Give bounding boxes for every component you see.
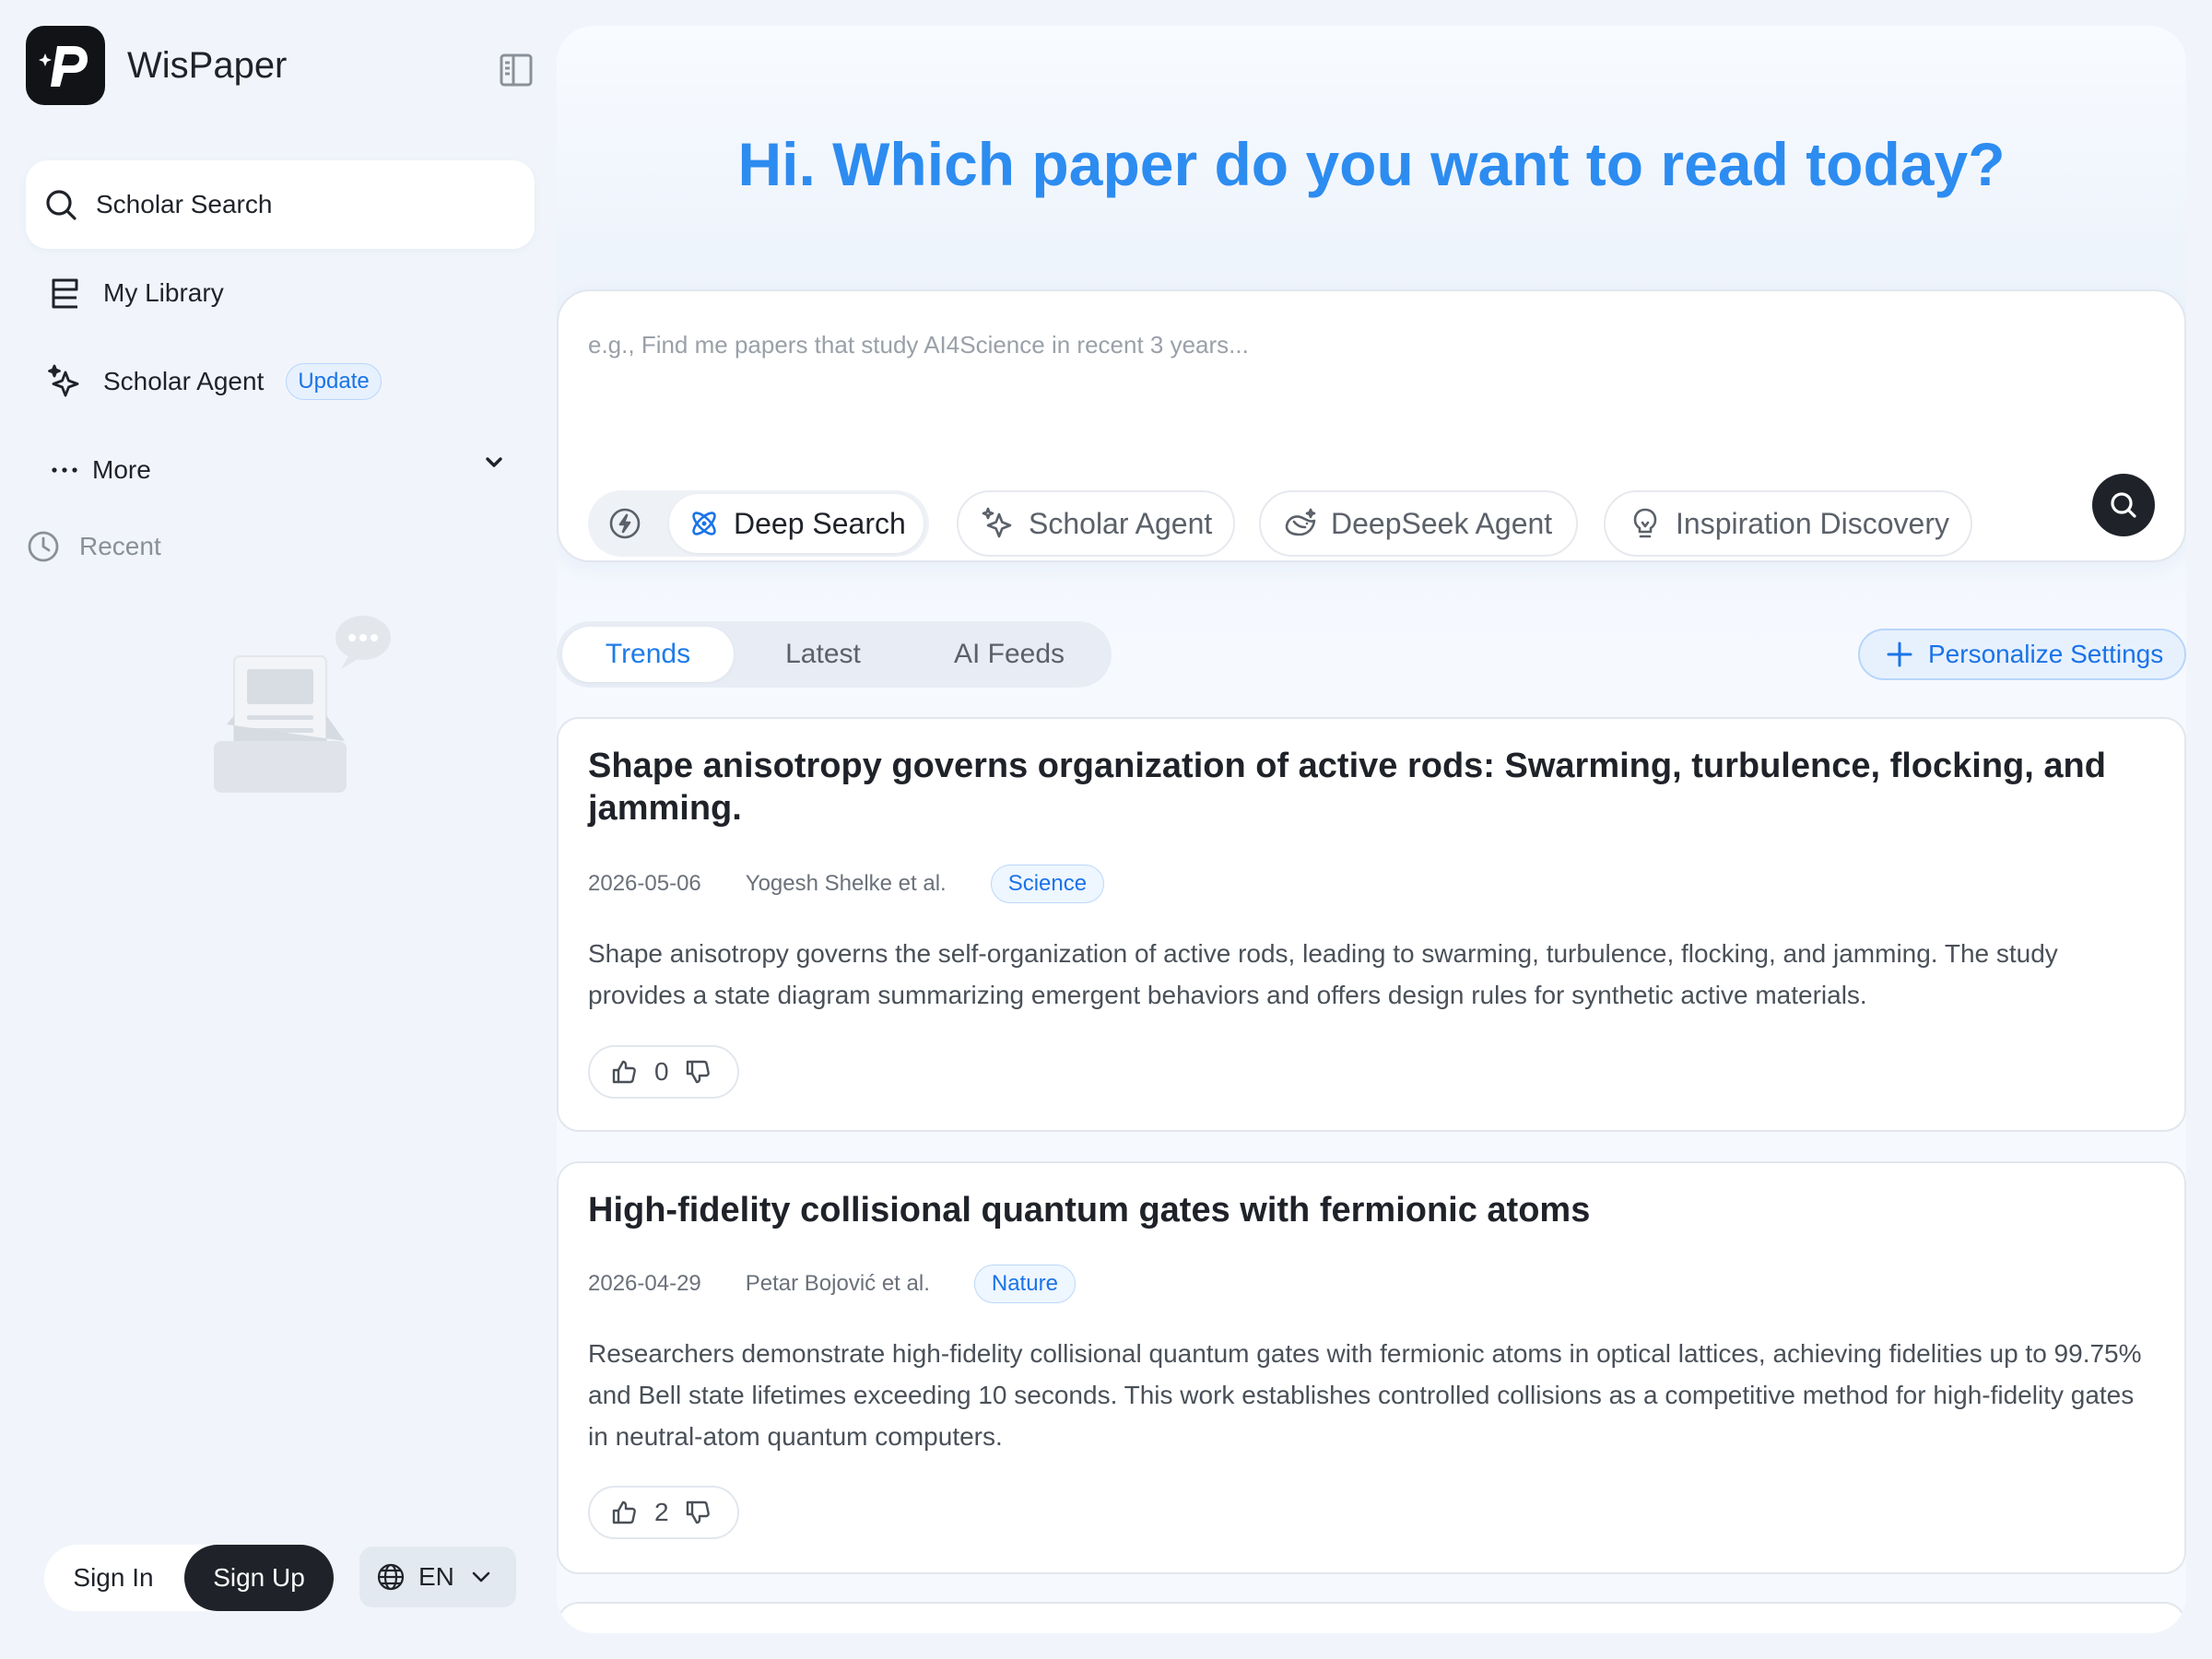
paper-date: 2026-05-06 xyxy=(588,871,701,896)
chevron-down-icon xyxy=(469,1569,493,1585)
empty-recent-illustration xyxy=(210,612,394,806)
update-badge: Update xyxy=(286,363,382,400)
thumbs-down-icon[interactable] xyxy=(684,1499,712,1526)
sidebar-item-label: More xyxy=(92,455,151,484)
sign-in-button[interactable]: Sign In xyxy=(44,1545,182,1611)
paper-summary: Shape anisotropy governs the self-organi… xyxy=(588,939,2058,1009)
library-icon xyxy=(44,273,85,313)
sparkle-icon xyxy=(44,361,85,402)
sidebar-collapse-icon[interactable] xyxy=(496,52,536,88)
inspiration-discovery-chip[interactable]: Inspiration Discovery xyxy=(1604,490,1972,557)
vote-controls: 2 xyxy=(588,1486,739,1539)
sidebar-item-scholar-search[interactable]: Scholar Search xyxy=(26,160,535,249)
deepseek-agent-label: DeepSeek Agent xyxy=(1331,506,1553,540)
deep-search-label: Deep Search xyxy=(734,506,906,540)
recent-section: Recent xyxy=(26,529,161,564)
language-selector[interactable]: EN xyxy=(359,1547,516,1607)
sidebar-item-my-library[interactable]: My Library xyxy=(26,249,535,337)
journal-badge: Science xyxy=(990,865,1105,903)
paper-card[interactable]: High-fidelity collisional quantum gates … xyxy=(557,1161,2186,1574)
paper-meta: 2026-04-29 Petar Bojović et al. Nature xyxy=(588,1265,1076,1303)
lightbulb-icon xyxy=(1628,506,1663,541)
deep-search-button[interactable]: Deep Search xyxy=(669,494,924,553)
feed-tabs: Trends Latest AI Feeds xyxy=(557,621,1112,688)
paper-title[interactable]: High-fidelity collisional quantum gates … xyxy=(588,1189,2155,1231)
brand: WisPaper xyxy=(26,26,287,105)
sidebar: WisPaper Scholar Search My Library Schol… xyxy=(0,0,553,1659)
tab-trends[interactable]: Trends xyxy=(562,627,734,682)
scholar-agent-label: Scholar Agent xyxy=(1029,506,1213,540)
thumbs-up-icon[interactable] xyxy=(610,1499,638,1526)
chevron-down-icon xyxy=(481,453,507,472)
sidebar-item-label: My Library xyxy=(103,278,224,307)
search-input[interactable] xyxy=(588,324,2063,365)
paper-card[interactable]: Shape anisotropy governs organization of… xyxy=(557,717,2186,1132)
sidebar-item-label: Scholar Search xyxy=(96,190,273,218)
paper-authors: Yogesh Shelke et al. xyxy=(745,871,947,896)
recent-label: Recent xyxy=(79,532,161,560)
globe-icon xyxy=(376,1562,406,1592)
tab-latest[interactable]: Latest xyxy=(737,627,909,682)
paper-summary: Researchers demonstrate high-fidelity co… xyxy=(588,1339,2142,1451)
paper-meta: 2026-05-06 Yogesh Shelke et al. Science xyxy=(588,865,1105,903)
main-panel: Hi. Which paper do you want to read toda… xyxy=(557,26,2186,1633)
clock-icon xyxy=(26,529,61,564)
sign-up-button[interactable]: Sign Up xyxy=(184,1545,334,1611)
personalize-settings-button[interactable]: Personalize Settings xyxy=(1858,629,2186,680)
search-submit-button[interactable] xyxy=(2092,474,2155,536)
search-mode-group: Deep Search xyxy=(588,490,929,557)
deepseek-whale-icon xyxy=(1283,506,1318,541)
auth-buttons: Sign In Sign Up xyxy=(44,1545,334,1611)
like-count: 0 xyxy=(654,1057,669,1086)
vote-controls: 0 xyxy=(588,1045,739,1099)
app-name: WisPaper xyxy=(127,44,288,86)
thumbs-up-icon[interactable] xyxy=(610,1058,638,1086)
tab-ai-feeds[interactable]: AI Feeds xyxy=(912,627,1106,682)
search-icon xyxy=(2108,489,2139,521)
lightning-icon[interactable] xyxy=(608,507,641,540)
plus-icon xyxy=(1886,641,1913,668)
paper-date: 2026-04-29 xyxy=(588,1271,701,1296)
journal-badge: Nature xyxy=(973,1265,1076,1303)
more-dots-icon xyxy=(44,450,85,490)
language-label: EN xyxy=(418,1562,454,1591)
wispaper-logo[interactable] xyxy=(26,26,105,105)
atom-icon xyxy=(688,507,721,540)
scholar-agent-chip[interactable]: Scholar Agent xyxy=(957,490,1235,557)
hero-title: Hi. Which paper do you want to read toda… xyxy=(737,130,2006,198)
sidebar-item-more[interactable]: More xyxy=(26,426,535,514)
paper-authors: Petar Bojović et al. xyxy=(745,1271,930,1296)
thumbs-down-icon[interactable] xyxy=(684,1058,712,1086)
deepseek-agent-chip[interactable]: DeepSeek Agent xyxy=(1259,490,1578,557)
sparkle-icon xyxy=(981,506,1016,541)
search-icon xyxy=(41,184,81,225)
inspiration-discovery-label: Inspiration Discovery xyxy=(1676,506,1949,540)
personalize-settings-label: Personalize Settings xyxy=(1928,640,2164,668)
sidebar-item-scholar-agent[interactable]: Scholar Agent Update xyxy=(26,337,535,426)
paper-card[interactable] xyxy=(557,1602,2186,1633)
search-box: Deep Search Scholar Agent Dee xyxy=(557,289,2186,562)
paper-title[interactable]: Shape anisotropy governs organization of… xyxy=(588,745,2155,830)
sidebar-item-label: Scholar Agent xyxy=(103,367,265,395)
like-count: 2 xyxy=(654,1498,669,1526)
